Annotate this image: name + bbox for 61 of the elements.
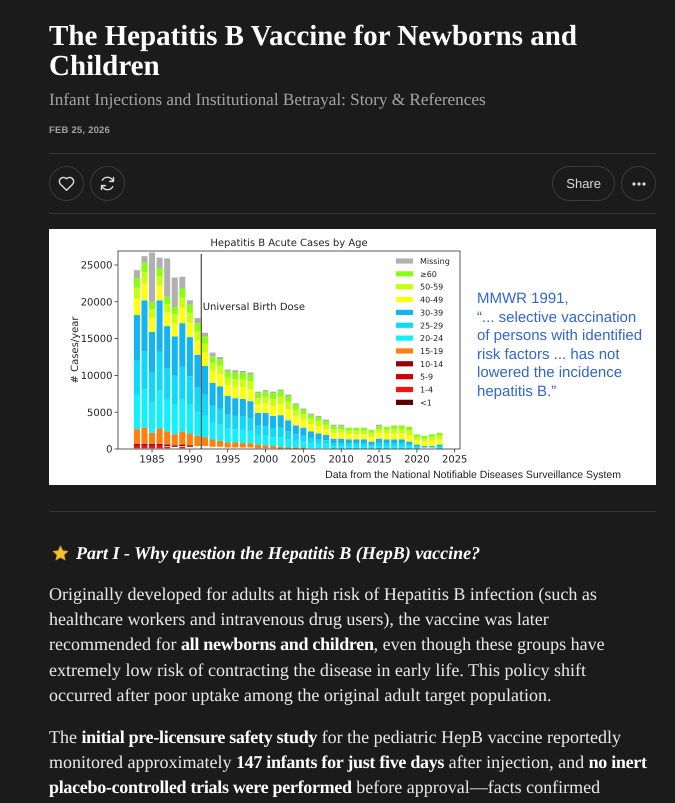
- like-button[interactable]: [49, 166, 84, 201]
- tick-mark: [378, 448, 380, 453]
- legend-label: 10-14: [420, 360, 444, 369]
- tick-mark: [416, 448, 418, 453]
- chart-title: Hepatitis B Acute Cases by Age: [210, 238, 368, 249]
- post-title: The Hepatitis B Vaccine for Newborns and Children: [49, 21, 578, 81]
- y-tick-label: 0: [106, 444, 112, 456]
- y-tick-label: 15000: [80, 334, 112, 346]
- body-paragraph: The initial pre-licensure safety study for the pediatric HepB vaccine reportedly monitored approximately 147 infants for just five days after injection, and no inert placebo-controlled trials were performed before approval—facts confirmed: [49, 726, 648, 800]
- legend-label: 50-59: [420, 282, 444, 292]
- tick-mark: [454, 448, 456, 453]
- x-tick-label: 1985: [139, 454, 165, 465]
- tick-mark: [114, 375, 118, 376]
- section-heading: Part I - Why question the Hepatitis B (HepB) vaccine?: [76, 542, 480, 565]
- legend-label: ≥60: [420, 270, 437, 279]
- tick-mark: [114, 338, 118, 339]
- tick-mark: [189, 448, 190, 453]
- legend-label: 40-49: [420, 296, 444, 305]
- x-tick-label: 2010: [328, 454, 354, 465]
- legend-label: 20-24: [420, 334, 444, 344]
- y-tick-label: 25000: [80, 260, 112, 272]
- restack-button[interactable]: [90, 166, 125, 201]
- heart-icon: [58, 176, 75, 191]
- tick-mark: [227, 448, 228, 453]
- tick-mark: [265, 448, 266, 453]
- tick-mark: [114, 301, 118, 302]
- y-axis-label: # Cases/year: [70, 316, 81, 384]
- quote-text: “... selective vaccination of persons with identified risk factors ... has not lowered the incidence hepatitis B.”: [477, 308, 643, 401]
- x-tick-label: 2025: [442, 454, 468, 465]
- post-subtitle: Infant Injections and Institutional Betrayal: Story & References: [49, 89, 487, 111]
- legend-label: Missing: [420, 257, 450, 266]
- post-date: FEB 25, 2026: [49, 125, 112, 137]
- x-tick-label: 2005: [290, 454, 316, 465]
- legend-label: 5-9: [420, 372, 434, 382]
- body-paragraph: Originally developed for adults at high risk of Hepatitis B infection (such as healthcare workers and intravenous drug users), the vaccine was later recommended for all newborns and children, even though these groups have extremely low risk of contracting the disease in early life. This policy shift occurred after poor uptake among the original adult target population.: [49, 583, 606, 707]
- x-tick-label: 2020: [404, 454, 430, 465]
- x-tick-label: 2015: [366, 454, 392, 465]
- more-icon: [632, 182, 646, 186]
- refresh-icon: [99, 175, 116, 192]
- legend-label: 30-39: [420, 308, 444, 318]
- legend-label: 15-19: [420, 346, 444, 356]
- legend-label: <1: [420, 398, 432, 408]
- more-button[interactable]: [621, 166, 656, 201]
- x-tick-label: 2000: [252, 454, 278, 465]
- y-tick-label: 5000: [87, 408, 112, 419]
- star-icon: [52, 544, 69, 562]
- legend-label: 1-4: [420, 386, 434, 394]
- x-tick-label: 1995: [214, 454, 240, 465]
- x-tick-label: 1990: [177, 454, 203, 465]
- quote-source: MMWR 1991,: [477, 290, 570, 308]
- tick-mark: [114, 448, 118, 450]
- tick-mark: [114, 412, 118, 413]
- y-tick-label: 20000: [80, 297, 112, 308]
- legend-label: 25-29: [420, 321, 444, 330]
- data-source-note: Data from the National Notifiable Diseases Surveillance System: [324, 468, 622, 483]
- tick-mark: [302, 448, 304, 453]
- reference-line-label: Universal Birth Dose: [202, 302, 305, 313]
- tick-mark: [340, 448, 342, 453]
- y-tick-label: 10000: [80, 371, 112, 382]
- tick-mark: [114, 264, 118, 266]
- share-button[interactable]: Share: [552, 166, 615, 201]
